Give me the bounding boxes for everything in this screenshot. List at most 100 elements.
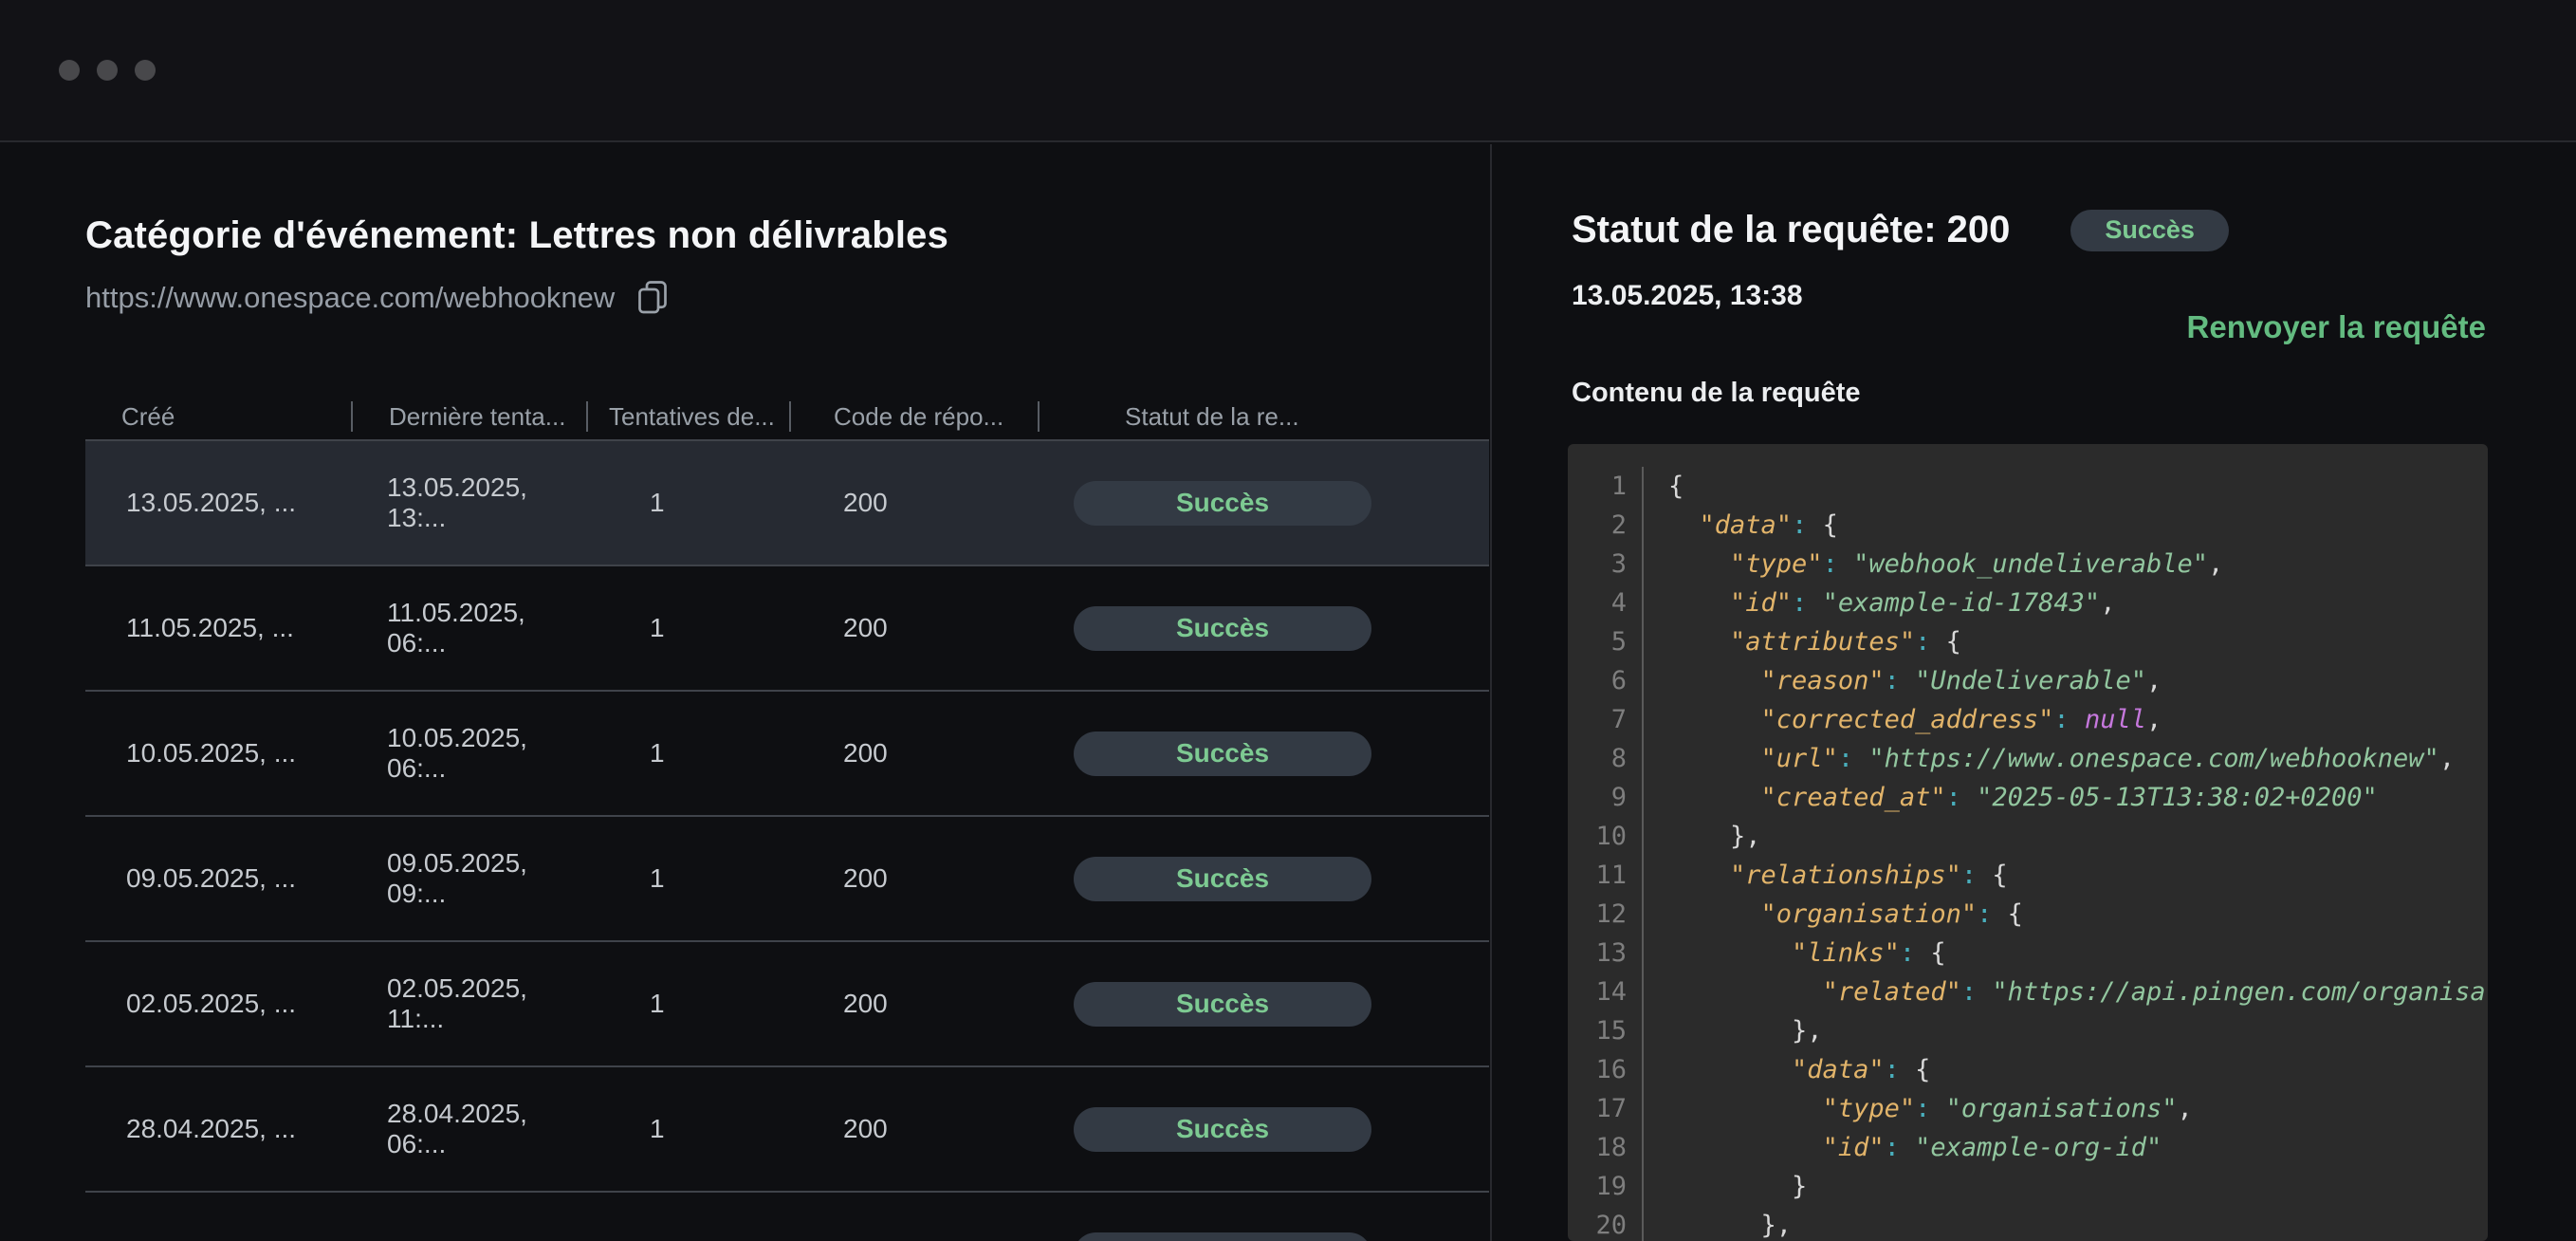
code-line: 17 "type": "organisations", <box>1568 1089 2488 1128</box>
code-line-text: "related": "https://api.pingen.com/organ… <box>1644 972 2488 1011</box>
code-line-text: "type": "organisations", <box>1644 1089 2193 1128</box>
cell-created: 28.04.2025, ... <box>85 1114 351 1144</box>
code-line-text: "id": "example-id-17843", <box>1644 583 2115 622</box>
line-number: 12 <box>1568 895 1644 934</box>
column-header-attempts[interactable]: Tentatives de... <box>586 402 789 432</box>
code-line-text: "id": "example-org-id" <box>1644 1128 2162 1167</box>
code-line: 10 }, <box>1568 817 2488 856</box>
code-line: 18 "id": "example-org-id" <box>1568 1128 2488 1167</box>
cell-created: 10.05.2025, ... <box>85 738 351 769</box>
cell-status: Succès <box>1038 1107 1489 1152</box>
cell-last-attempt: 11.05.2025, 06:... <box>351 598 586 658</box>
webhook-url: https://www.onespace.com/webhooknew <box>85 281 615 315</box>
row-status-badge: Succès <box>1074 1107 1371 1152</box>
code-line: 15 }, <box>1568 1011 2488 1050</box>
table-row[interactable]: 09.05.2025, ...09.05.2025, 09:...1200Suc… <box>85 817 1489 942</box>
cell-status: Succès <box>1038 606 1489 651</box>
cell-last-attempt: 28.04.2025, 06:... <box>351 1099 586 1159</box>
cell-response-code: 200 <box>789 1114 1038 1144</box>
code-line: 14 "related": "https://api.pingen.com/or… <box>1568 972 2488 1011</box>
events-table: Créé Dernière tenta... Tentatives de... … <box>85 394 1489 1241</box>
column-header-response-code[interactable]: Code de répo... <box>789 402 1038 432</box>
cell-created: 13.05.2025, ... <box>85 488 351 518</box>
line-number: 3 <box>1568 545 1644 583</box>
table-row[interactable]: Succès <box>85 1193 1489 1241</box>
window-menu-dot-3[interactable] <box>135 60 156 81</box>
line-number: 5 <box>1568 622 1644 661</box>
line-number: 19 <box>1568 1167 1644 1206</box>
code-line: 7 "corrected_address": null, <box>1568 700 2488 739</box>
code-line: 6 "reason": "Undeliverable", <box>1568 661 2488 700</box>
code-line: 13 "links": { <box>1568 934 2488 972</box>
line-number: 20 <box>1568 1206 1644 1241</box>
line-number: 8 <box>1568 739 1644 778</box>
page-title: Catégorie d'événement: Lettres non déliv… <box>85 214 948 257</box>
table-row[interactable]: 11.05.2025, ...11.05.2025, 06:...1200Suc… <box>85 566 1489 692</box>
line-number: 6 <box>1568 661 1644 700</box>
code-line: 3 "type": "webhook_undeliverable", <box>1568 545 2488 583</box>
window-menu-dot-2[interactable] <box>97 60 118 81</box>
cell-attempts: 1 <box>586 613 789 643</box>
cell-response-code: 200 <box>789 989 1038 1019</box>
code-line: 4 "id": "example-id-17843", <box>1568 583 2488 622</box>
code-line-text: "data": { <box>1644 506 1838 545</box>
table-row[interactable]: 02.05.2025, ...02.05.2025, 11:...1200Suc… <box>85 942 1489 1067</box>
row-status-badge: Succès <box>1074 1232 1371 1241</box>
resend-request-link[interactable]: Renvoyer la requête <box>2187 309 2486 345</box>
table-row[interactable]: 28.04.2025, ...28.04.2025, 06:...1200 Suc… <box>85 1067 1489 1193</box>
code-line-text: "corrected_address": null, <box>1644 700 2162 739</box>
line-number: 16 <box>1568 1050 1644 1089</box>
request-status-row: Statut de la requête: 200 Succès <box>1572 209 2229 251</box>
window-titlebar <box>0 0 2576 142</box>
code-line-text: "url": "https://www.onespace.com/webhook… <box>1644 739 2455 778</box>
app-window: Catégorie d'événement: Lettres non déliv… <box>0 0 2576 1241</box>
row-status-badge: Succès <box>1074 481 1371 526</box>
table-row[interactable]: 13.05.2025, ...13.05.2025, 13:...1200Suc… <box>85 441 1489 566</box>
line-number: 15 <box>1568 1011 1644 1050</box>
cell-created: 09.05.2025, ... <box>85 863 351 894</box>
code-line-text: "type": "webhook_undeliverable", <box>1644 545 2223 583</box>
line-number: 10 <box>1568 817 1644 856</box>
line-number: 17 <box>1568 1089 1644 1128</box>
cell-response-code: 200 <box>789 488 1038 518</box>
copy-icon[interactable] <box>635 279 670 322</box>
code-line-text: "attributes": { <box>1644 622 1961 661</box>
cell-last-attempt: 02.05.2025, 11:... <box>351 973 586 1034</box>
table-row[interactable]: 10.05.2025, ...10.05.2025, 06:...1200Suc… <box>85 692 1489 817</box>
events-table-header: Créé Dernière tenta... Tentatives de... … <box>85 394 1489 441</box>
cell-created: 11.05.2025, ... <box>85 613 351 643</box>
code-line: 20 }, <box>1568 1206 2488 1241</box>
cell-status: Succès <box>1038 481 1489 526</box>
webhook-url-row: https://www.onespace.com/webhooknew <box>85 273 670 322</box>
row-status-badge: Succès <box>1074 857 1371 901</box>
code-line: 5 "attributes": { <box>1568 622 2488 661</box>
line-number: 7 <box>1568 700 1644 739</box>
cell-created: 02.05.2025, ... <box>85 989 351 1019</box>
code-line-text: }, <box>1644 817 1761 856</box>
cell-attempts: 1 <box>586 989 789 1019</box>
line-number: 18 <box>1568 1128 1644 1167</box>
line-number: 11 <box>1568 856 1644 895</box>
code-line: 9 "created_at": "2025-05-13T13:38:02+020… <box>1568 778 2488 817</box>
code-line-text: }, <box>1644 1011 1823 1050</box>
code-line: 12 "organisation": { <box>1568 895 2488 934</box>
cell-attempts: 1 <box>586 738 789 769</box>
cell-attempts: 1 <box>586 488 789 518</box>
events-table-body: 13.05.2025, ...13.05.2025, 13:...1200Suc… <box>85 441 1489 1241</box>
row-status-badge: Succès <box>1074 732 1371 776</box>
line-number: 9 <box>1568 778 1644 817</box>
code-line-text: } <box>1644 1167 1807 1206</box>
cell-response-code: 200 <box>789 613 1038 643</box>
line-number: 13 <box>1568 934 1644 972</box>
cell-status: Succès <box>1038 732 1489 776</box>
window-menu-dot-1[interactable] <box>59 60 80 81</box>
column-header-created[interactable]: Créé <box>85 402 351 432</box>
column-header-request-status[interactable]: Statut de la re... <box>1038 402 1489 432</box>
request-payload-code[interactable]: 1{2 "data": {3 "type": "webhook_undelive… <box>1568 444 2488 1241</box>
cell-attempts: 1 <box>586 863 789 894</box>
column-header-last-attempt[interactable]: Dernière tenta... <box>351 402 586 432</box>
cell-attempts: 1 <box>586 1114 789 1144</box>
code-line-text: "links": { <box>1644 934 1946 972</box>
code-line-text: "reason": "Undeliverable", <box>1644 661 2162 700</box>
line-number: 2 <box>1568 506 1644 545</box>
